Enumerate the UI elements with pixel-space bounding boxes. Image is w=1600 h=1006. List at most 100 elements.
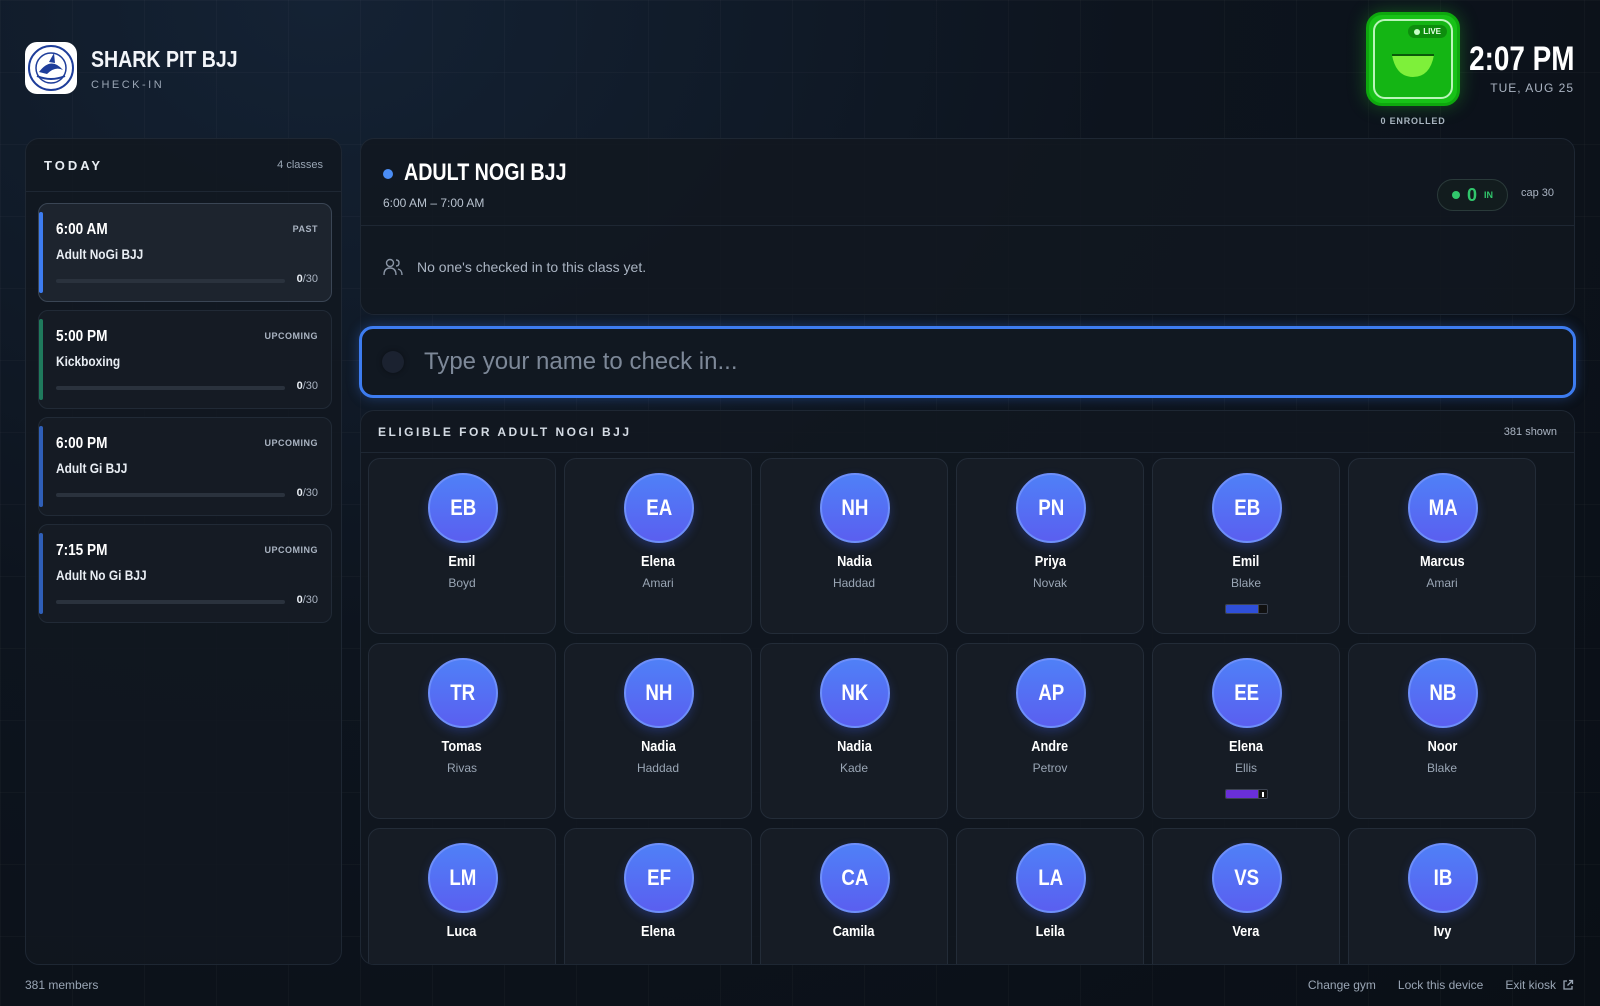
member-card[interactable]: PN Priya Novak <box>956 458 1144 634</box>
search-indicator-icon <box>382 351 404 373</box>
member-card[interactable]: EB Emil Boyd <box>368 458 556 634</box>
live-badge: LIVE <box>1408 25 1447 38</box>
fill-level-icon <box>1392 54 1434 77</box>
class-card[interactable]: 6:00 PM UPCOMING Adult Gi BJJ 0/30 <box>38 417 332 516</box>
checked-in-label: IN <box>1484 190 1493 200</box>
class-capacity-count: 0/30 <box>296 594 318 606</box>
avatar: CA <box>820 843 890 913</box>
lock-device-link[interactable]: Lock this device <box>1398 978 1483 992</box>
external-link-icon <box>1563 979 1574 990</box>
eligible-count: 381 shown <box>1503 425 1557 438</box>
avatar: NB <box>1408 658 1478 728</box>
avatar-initials: IB <box>1433 865 1453 890</box>
member-card[interactable]: EE Elena Ellis <box>1152 643 1340 819</box>
sidebar-title: TODAY <box>44 157 104 173</box>
member-first-name: Nadia <box>836 553 872 570</box>
avatar: LA <box>1016 843 1086 913</box>
class-progress-bar <box>56 600 285 604</box>
avatar: EA <box>624 473 694 543</box>
member-card[interactable]: MA Marcus Amari <box>1348 458 1536 634</box>
member-count: 381 members <box>25 978 99 992</box>
checked-in-dot-icon <box>1451 191 1460 199</box>
eligible-title: ELIGIBLE FOR ADULT NOGI BJJ <box>378 424 632 439</box>
member-card[interactable]: LA Leila <box>956 828 1144 964</box>
member-card[interactable]: VS Vera <box>1152 828 1340 964</box>
enrolled-count: 0 ENROLLED <box>1380 116 1446 126</box>
member-last-name: Petrov <box>1032 761 1068 775</box>
member-card[interactable]: NH Nadia Haddad <box>760 458 948 634</box>
avatar: EB <box>428 473 498 543</box>
member-first-name: Leila <box>1035 923 1065 940</box>
avatar-initials: NB <box>1429 680 1457 705</box>
live-dot-icon <box>1414 28 1421 35</box>
member-card[interactable]: EA Elena Amari <box>564 458 752 634</box>
avatar: VS <box>1212 843 1282 913</box>
avatar-initials: LA <box>1038 865 1064 890</box>
checked-in-badge: 0 IN <box>1436 179 1508 211</box>
member-last-name: Amari <box>642 576 674 590</box>
class-progress-bar <box>56 279 285 283</box>
member-first-name: Emil <box>448 553 476 570</box>
avatar: LM <box>428 843 498 913</box>
member-last-name: Haddad <box>636 761 680 775</box>
belt-rank-icon <box>1225 604 1268 614</box>
eligible-members-panel: ELIGIBLE FOR ADULT NOGI BJJ 381 shown EB… <box>360 410 1575 965</box>
clock-time: 2:07 PM <box>1468 40 1574 78</box>
member-card[interactable]: IB Ivy <box>1348 828 1536 964</box>
brand-name: SHARK PIT BJJ <box>91 45 238 72</box>
member-last-name: Ellis <box>1234 761 1257 775</box>
member-card[interactable]: LM Luca <box>368 828 556 964</box>
class-time: 5:00 PM <box>56 328 108 345</box>
search-bar[interactable] <box>359 326 1576 398</box>
change-gym-link[interactable]: Change gym <box>1308 978 1376 992</box>
class-name: Adult NoGi BJJ <box>56 246 144 262</box>
today-sidebar: TODAY 4 classes 6:00 AM PAST Adult NoGi BJ… <box>25 138 342 965</box>
avatar-initials: LM <box>449 865 477 890</box>
avatar-initials: EA <box>646 495 672 520</box>
class-accent-bar <box>39 212 43 293</box>
class-panel: ADULT NOGI BJJ 6:00 AM – 7:00 AM 0 IN ca… <box>360 138 1575 315</box>
member-first-name: Marcus <box>1419 553 1465 570</box>
class-card[interactable]: 5:00 PM UPCOMING Kickboxing 0/30 <box>38 310 332 409</box>
member-first-name: Tomas <box>441 738 483 755</box>
class-progress-bar <box>56 493 285 497</box>
member-card[interactable]: TR Tomas Rivas <box>368 643 556 819</box>
member-first-name: Noor <box>1427 738 1457 755</box>
member-card[interactable]: AP Andre Petrov <box>956 643 1144 819</box>
member-first-name: Vera <box>1232 923 1260 940</box>
member-first-name: Andre <box>1031 738 1069 755</box>
exit-kiosk-link[interactable]: Exit kiosk <box>1505 978 1574 992</box>
class-title: ADULT NOGI BJJ <box>404 159 567 186</box>
member-card[interactable]: NB Noor Blake <box>1348 643 1536 819</box>
class-status: UPCOMING <box>264 438 318 448</box>
member-first-name: Elena <box>1228 738 1264 755</box>
avatar-initials: EB <box>1234 495 1260 520</box>
member-card[interactable]: CA Camila <box>760 828 948 964</box>
name-search-input[interactable] <box>424 348 1573 376</box>
empty-state-message: No one's checked in to this class yet. <box>417 259 647 275</box>
member-card[interactable]: NK Nadia Kade <box>760 643 948 819</box>
member-last-name: Novak <box>1032 576 1067 590</box>
class-name: Adult Gi BJJ <box>56 460 128 476</box>
avatar-initials: AP <box>1038 680 1064 705</box>
avatar: AP <box>1016 658 1086 728</box>
avatar-initials: EB <box>450 495 476 520</box>
class-card[interactable]: 7:15 PM UPCOMING Adult No Gi BJJ 0/30 <box>38 524 332 623</box>
gym-logo <box>25 42 77 94</box>
member-first-name: Priya <box>1034 553 1066 570</box>
class-status: PAST <box>292 224 318 234</box>
users-icon <box>383 258 403 276</box>
member-card[interactable]: NH Nadia Haddad <box>564 643 752 819</box>
member-first-name: Elena <box>640 553 676 570</box>
avatar-initials: MA <box>1428 495 1458 520</box>
avatar-initials: NH <box>841 495 869 520</box>
member-card[interactable]: EB Emil Blake <box>1152 458 1340 634</box>
class-card[interactable]: 6:00 AM PAST Adult NoGi BJJ 0/30 <box>38 203 332 302</box>
class-status-dot <box>383 169 393 179</box>
live-badge-label: LIVE <box>1423 27 1441 36</box>
member-first-name: Elena <box>640 923 676 940</box>
class-capacity-count: 0/30 <box>296 273 318 285</box>
member-first-name: Luca <box>447 923 477 940</box>
member-card[interactable]: EF Elena <box>564 828 752 964</box>
exit-kiosk-label: Exit kiosk <box>1505 978 1556 992</box>
